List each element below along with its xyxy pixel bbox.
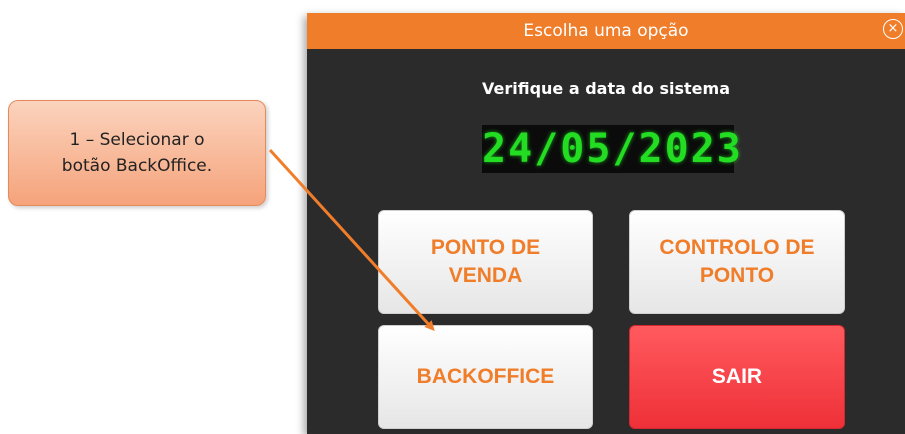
ponto-de-venda-label: PONTO DE VENDA xyxy=(430,236,541,287)
backoffice-button[interactable]: BACKOFFICE xyxy=(378,325,593,429)
screenshot-stage: Escolha uma opção × Verifique a data do … xyxy=(0,0,905,434)
ponto-de-venda-button[interactable]: PONTO DE VENDA xyxy=(378,210,593,314)
backoffice-label: BACKOFFICE xyxy=(416,365,555,388)
controlo-de-ponto-label: CONTROLO DE PONTO xyxy=(659,236,815,287)
choose-option-dialog: Escolha uma opção × Verifique a data do … xyxy=(307,13,905,434)
sair-button[interactable]: SAIR xyxy=(629,325,845,429)
date-check-label: Verifique a data do sistema xyxy=(481,79,730,98)
dialog-title-bar: Escolha uma opção × xyxy=(307,13,905,49)
sair-label: SAIR xyxy=(711,365,763,388)
controlo-de-ponto-button[interactable]: CONTROLO DE PONTO xyxy=(629,210,845,314)
close-icon[interactable]: × xyxy=(883,19,903,39)
dialog-title: Escolha uma opção xyxy=(523,21,689,41)
system-date-display: 24/05/2023 xyxy=(482,125,743,173)
instruction-callout: 1 – Selecionar o botão BackOffice. xyxy=(8,100,266,206)
